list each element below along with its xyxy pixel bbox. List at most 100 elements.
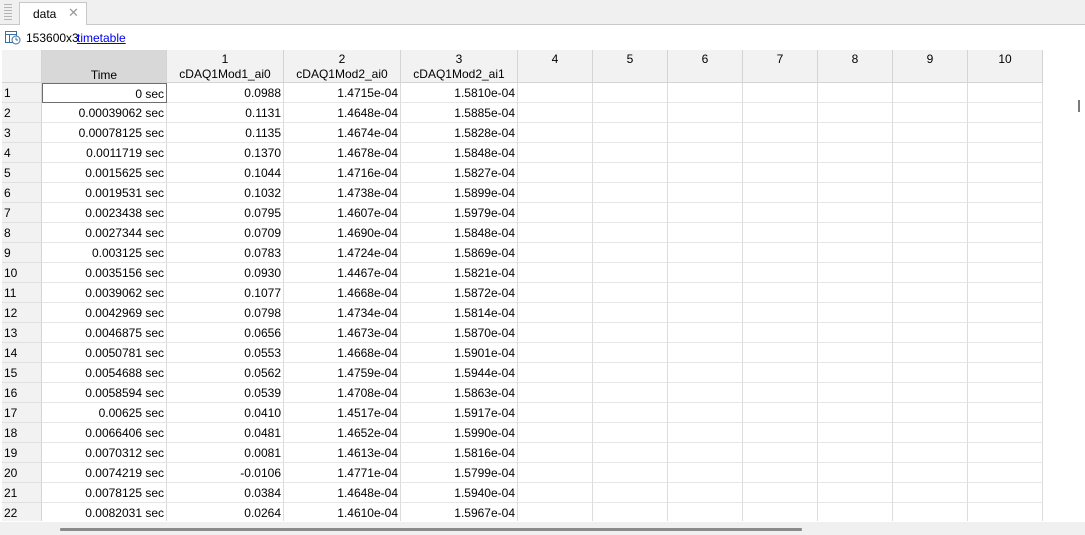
- table-cell[interactable]: 0.0046875 sec: [42, 323, 167, 343]
- empty-cell[interactable]: [743, 303, 818, 323]
- empty-cell[interactable]: [518, 323, 593, 343]
- empty-cell[interactable]: [968, 263, 1043, 283]
- empty-cell[interactable]: [593, 503, 668, 521]
- empty-cell[interactable]: [593, 403, 668, 423]
- empty-cell[interactable]: [593, 343, 668, 363]
- table-cell[interactable]: 0.0027344 sec: [42, 223, 167, 243]
- empty-cell[interactable]: [968, 423, 1043, 443]
- empty-cell[interactable]: [593, 303, 668, 323]
- empty-cell[interactable]: [518, 183, 593, 203]
- empty-cell[interactable]: [968, 123, 1043, 143]
- empty-cell[interactable]: [893, 83, 968, 103]
- table-cell[interactable]: 1.4674e-04: [284, 123, 401, 143]
- table-cell[interactable]: 0.0988: [167, 83, 284, 103]
- table-cell[interactable]: 0.0709: [167, 223, 284, 243]
- table-cell[interactable]: 1.5799e-04: [401, 463, 518, 483]
- empty-cell[interactable]: [743, 483, 818, 503]
- empty-cell[interactable]: [518, 83, 593, 103]
- table-cell[interactable]: 0.0054688 sec: [42, 363, 167, 383]
- empty-cell[interactable]: [893, 323, 968, 343]
- empty-cell[interactable]: [518, 203, 593, 223]
- table-cell[interactable]: 0.0410: [167, 403, 284, 423]
- table-cell[interactable]: 0.0066406 sec: [42, 423, 167, 443]
- empty-cell[interactable]: [593, 383, 668, 403]
- empty-cell[interactable]: [818, 403, 893, 423]
- empty-cell[interactable]: [668, 303, 743, 323]
- empty-cell[interactable]: [668, 443, 743, 463]
- table-cell[interactable]: 0.0264: [167, 503, 284, 521]
- empty-cell[interactable]: [743, 503, 818, 521]
- empty-cell[interactable]: [668, 223, 743, 243]
- row-header[interactable]: 21: [2, 483, 42, 503]
- empty-cell[interactable]: [668, 263, 743, 283]
- empty-cell[interactable]: [968, 243, 1043, 263]
- empty-cell[interactable]: [818, 283, 893, 303]
- row-header[interactable]: 19: [2, 443, 42, 463]
- empty-cell[interactable]: [893, 283, 968, 303]
- table-cell[interactable]: 0.1370: [167, 143, 284, 163]
- table-cell[interactable]: 1.5848e-04: [401, 223, 518, 243]
- table-cell[interactable]: 1.4607e-04: [284, 203, 401, 223]
- empty-cell[interactable]: [668, 103, 743, 123]
- table-cell[interactable]: 1.4648e-04: [284, 103, 401, 123]
- table-cell[interactable]: 1.5814e-04: [401, 303, 518, 323]
- empty-cell[interactable]: [518, 143, 593, 163]
- table-cell[interactable]: 0.0050781 sec: [42, 343, 167, 363]
- empty-cell[interactable]: [818, 323, 893, 343]
- empty-cell[interactable]: [518, 363, 593, 383]
- empty-cell[interactable]: [968, 283, 1043, 303]
- table-cell[interactable]: 1.4690e-04: [284, 223, 401, 243]
- table-cell[interactable]: 0.1131: [167, 103, 284, 123]
- class-link[interactable]: timetable: [77, 31, 126, 45]
- panel-grip-handle[interactable]: [4, 4, 12, 21]
- empty-cell[interactable]: [818, 483, 893, 503]
- row-header[interactable]: 11: [2, 283, 42, 303]
- empty-cell[interactable]: [518, 403, 593, 423]
- empty-cell[interactable]: [518, 163, 593, 183]
- empty-cell[interactable]: [668, 503, 743, 521]
- empty-cell[interactable]: [743, 283, 818, 303]
- row-header[interactable]: 22: [2, 503, 42, 521]
- empty-cell[interactable]: [593, 283, 668, 303]
- empty-cell[interactable]: [743, 243, 818, 263]
- empty-cell[interactable]: [668, 163, 743, 183]
- empty-cell[interactable]: [518, 443, 593, 463]
- empty-cell[interactable]: [668, 143, 743, 163]
- empty-cell[interactable]: [518, 103, 593, 123]
- empty-cell[interactable]: [593, 83, 668, 103]
- empty-cell[interactable]: [593, 443, 668, 463]
- table-cell[interactable]: 1.5944e-04: [401, 363, 518, 383]
- empty-cell[interactable]: [668, 243, 743, 263]
- table-cell[interactable]: 0.0015625 sec: [42, 163, 167, 183]
- row-header[interactable]: 9: [2, 243, 42, 263]
- table-cell[interactable]: 1.4771e-04: [284, 463, 401, 483]
- empty-cell[interactable]: [893, 163, 968, 183]
- column-header[interactable]: 2 cDAQ1Mod2_ai0: [284, 50, 401, 83]
- table-cell[interactable]: 0.0081: [167, 443, 284, 463]
- table-cell[interactable]: 1.4648e-04: [284, 483, 401, 503]
- table-cell[interactable]: 1.4716e-04: [284, 163, 401, 183]
- empty-cell[interactable]: [743, 83, 818, 103]
- table-cell[interactable]: 0.0011719 sec: [42, 143, 167, 163]
- column-header[interactable]: 3 cDAQ1Mod2_ai1: [401, 50, 518, 83]
- table-cell[interactable]: 1.4668e-04: [284, 343, 401, 363]
- empty-cell[interactable]: [518, 483, 593, 503]
- empty-cell[interactable]: [893, 223, 968, 243]
- empty-cell[interactable]: [593, 223, 668, 243]
- table-cell[interactable]: 1.5940e-04: [401, 483, 518, 503]
- empty-cell[interactable]: [668, 483, 743, 503]
- empty-cell[interactable]: [518, 383, 593, 403]
- empty-cell[interactable]: [743, 383, 818, 403]
- table-cell[interactable]: 1.4734e-04: [284, 303, 401, 323]
- empty-cell[interactable]: [743, 363, 818, 383]
- table-cell[interactable]: 0.0078125 sec: [42, 483, 167, 503]
- table-cell[interactable]: 0.0481: [167, 423, 284, 443]
- empty-cell[interactable]: [818, 83, 893, 103]
- empty-cell[interactable]: [593, 263, 668, 283]
- empty-cell[interactable]: [668, 183, 743, 203]
- table-cell[interactable]: 1.5899e-04: [401, 183, 518, 203]
- empty-cell[interactable]: [818, 183, 893, 203]
- column-header[interactable]: 7: [743, 50, 818, 83]
- empty-cell[interactable]: [668, 463, 743, 483]
- empty-cell[interactable]: [518, 463, 593, 483]
